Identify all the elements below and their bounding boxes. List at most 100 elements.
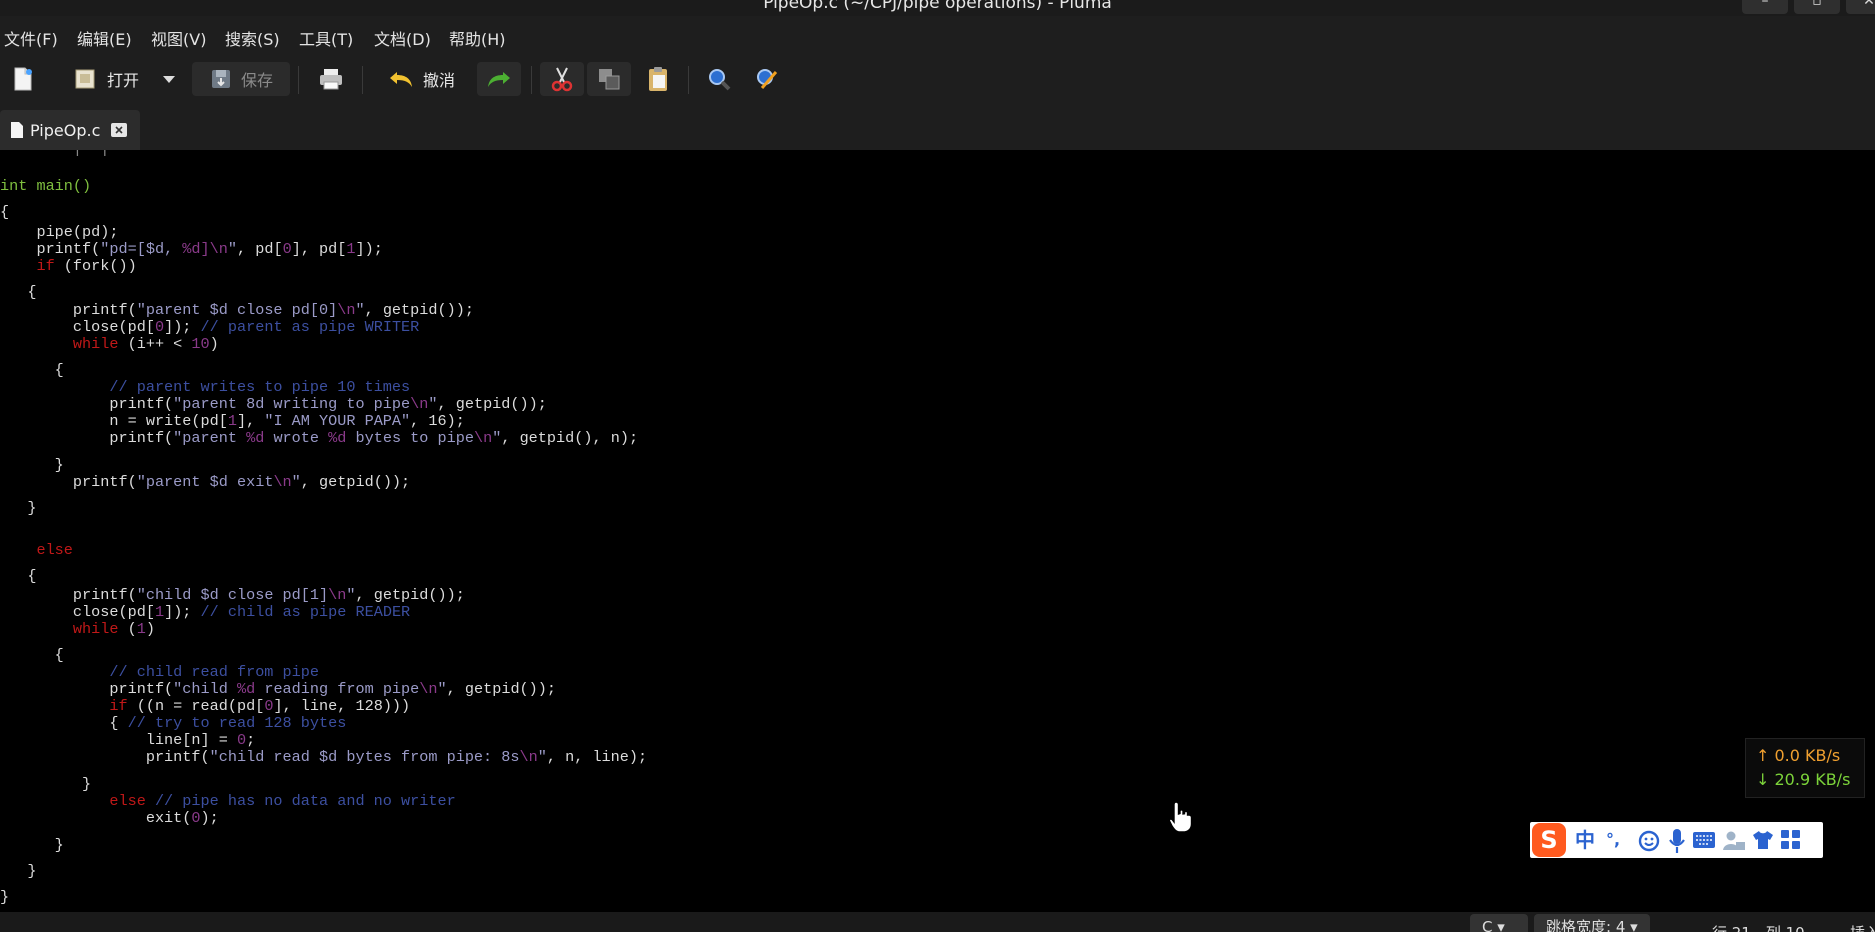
new-file-button[interactable] [6,62,40,96]
code-comment: // child as pipe READER [200,603,411,621]
code-token: \n [419,680,438,698]
user-avatar-icon[interactable] [1722,829,1746,851]
tab-close-icon[interactable] [110,122,128,138]
code-token: "parent 8d writing to pipe [173,395,411,413]
find-replace-button[interactable] [748,62,786,96]
paste-button[interactable] [640,62,676,96]
ime-mode-toggle[interactable]: 中 [1572,826,1598,854]
code-token: \n [328,586,347,604]
code-line: printf("pd=[$d, %d]\n", pd[0], pd[1]); [0,240,382,258]
code-token: , getpid()); [355,586,465,604]
open-button[interactable]: 打开 [52,62,160,96]
open-recent-dropdown[interactable] [158,62,180,96]
code-token: (i++ < [118,335,192,353]
code-editor[interactable]: | | int main() { pipe(pd); printf("pd=[$… [0,150,1875,932]
code-token: ) [209,335,219,353]
sogou-logo-icon[interactable]: S [1532,823,1566,857]
code-token: "child [173,680,237,698]
maximize-button[interactable]: ▫ [1794,0,1840,14]
insert-mode: 插入 [1850,922,1875,932]
emoji-icon[interactable] [1638,830,1660,852]
chevron-down-icon: ▾ [1497,918,1505,932]
text-file-icon [11,122,23,138]
code-token: printf( [0,240,101,258]
find-replace-icon [757,69,778,89]
menu-help[interactable]: 帮助(H) [449,26,506,50]
clipboard-icon [649,67,667,91]
tab-width-selector[interactable]: 跳格宽度: 4 ▾ [1534,914,1650,932]
code-comment: // parent writes to pipe 10 times [0,378,411,396]
code-line: | | [0,150,109,158]
close-button[interactable]: ✕ [1846,0,1875,14]
scissors-icon [551,67,573,92]
code-token: int main() [0,177,92,195]
minimize-button[interactable]: – [1742,0,1788,14]
find-button[interactable] [700,62,738,96]
skin-shirt-icon[interactable] [1752,830,1774,850]
hand-cursor-icon [1168,801,1193,833]
network-speed-monitor: ↑ 0.0 KB/s ↓ 20.9 KB/s [1745,738,1865,798]
code-token: (fork()) [54,257,137,275]
code-line: close(pd[1]); // child as pipe READER [0,603,410,621]
code-token: printf( [0,301,137,319]
menu-documents[interactable]: 文档(D) [374,26,431,50]
code-token: 1 [136,620,146,638]
download-speed: ↓ 20.9 KB/s [1756,770,1851,789]
code-token: ; [246,731,256,749]
code-token: " [355,301,365,319]
code-line: else [0,541,72,559]
menu-bar: 文件(F) 编辑(E) 视图(V) 搜索(S) 工具(T) 文档(D) 帮助(H… [0,16,1875,52]
menu-edit[interactable]: 编辑(E) [77,26,132,50]
code-token: \n [519,748,538,766]
code-token: else [0,792,146,810]
code-token: "child read $d bytes from pipe: 8s [209,748,520,766]
code-token: bytes to pipe [346,429,474,447]
code-token: if [0,257,55,275]
menu-view[interactable]: 视图(V) [151,26,206,50]
chevron-down-icon: ▾ [1630,918,1638,932]
cut-button[interactable] [540,62,584,96]
code-token: \n [473,429,493,447]
chevron-down-icon [163,76,175,83]
code-token: 10 [191,335,210,353]
language-label: C [1482,918,1493,932]
toolbar-separator [531,66,532,94]
code-token: while [0,335,119,353]
code-token: "pd=[$d, [100,240,183,258]
code-token: ], [236,412,265,430]
redo-arrow-icon [488,72,510,87]
code-token: , n, line); [546,748,648,766]
code-token: 0 [154,318,165,336]
code-token: 1 [154,603,165,621]
code-token: " [537,748,547,766]
code-token: \n [410,395,429,413]
redo-button[interactable] [477,62,521,96]
ime-punctuation-toggle[interactable]: °, [1600,826,1626,854]
code-token: , pd[ [237,240,283,258]
code-token: line[n] = [0,731,237,749]
undo-button[interactable]: 撤消 [376,62,466,96]
code-line: pipe(pd); [0,223,119,241]
code-comment: // child read from pipe [0,663,319,681]
toolbar-separator [688,66,689,94]
code-token: ], line, 128))) [273,697,411,715]
save-button[interactable]: 保存 [192,62,290,96]
menu-tools[interactable]: 工具(T) [299,26,353,50]
undo-arrow-icon [389,72,412,87]
code-line: { [0,361,64,379]
menu-file[interactable]: 文件(F) [4,26,58,50]
code-line: { // try to read 128 bytes [0,714,346,732]
code-token: close(pd[ [0,318,155,336]
code-token: if [0,697,128,715]
print-button[interactable] [313,62,349,96]
code-line: } [0,456,64,474]
tab-pipeop-c[interactable]: PipeOp.c [0,110,140,150]
magnifier-icon [709,69,731,91]
language-selector[interactable]: C ▾ [1470,914,1528,932]
code-line: while (1) [0,620,155,638]
menu-search[interactable]: 搜索(S) [225,26,280,50]
keyboard-icon[interactable] [1692,831,1716,849]
microphone-icon[interactable] [1668,828,1686,854]
grid-menu-icon[interactable] [1780,829,1802,851]
copy-button[interactable] [587,62,631,96]
